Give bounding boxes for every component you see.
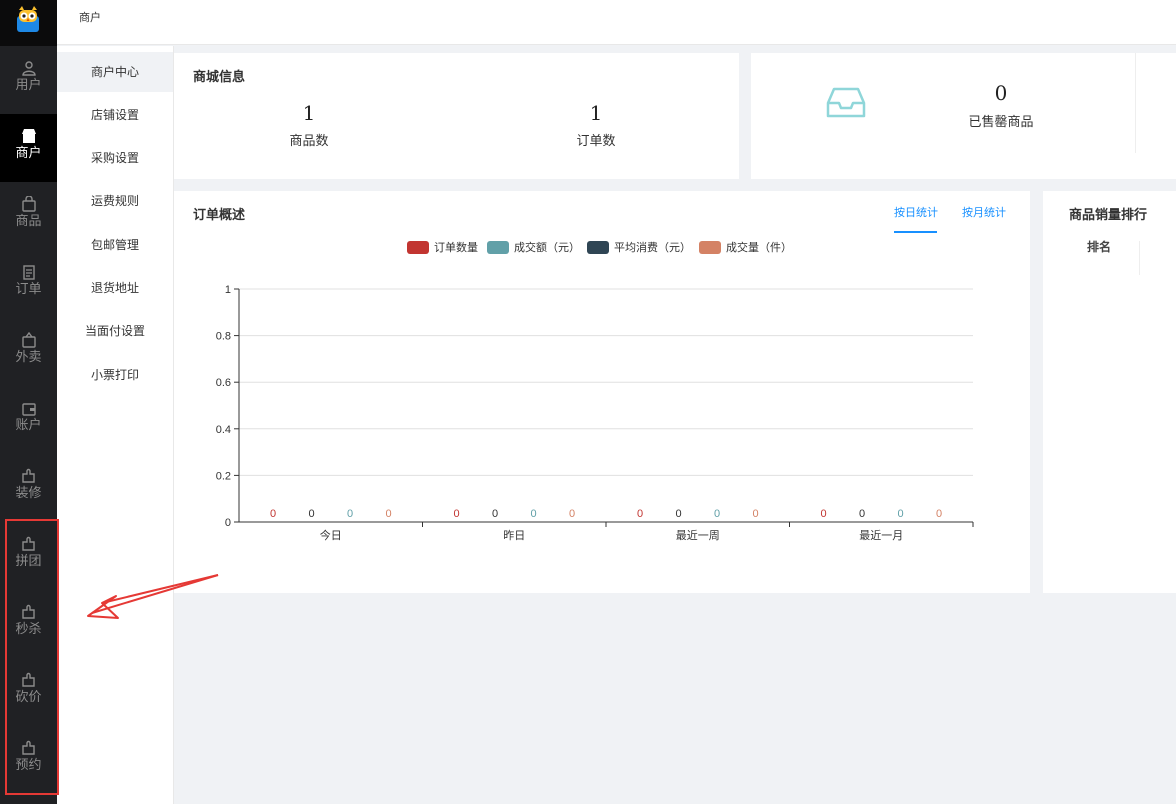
sold-out-label: 已售罄商品 <box>968 115 1034 130</box>
sold-out-card: 0 已售罄商品 <box>751 53 1176 179</box>
column-divider <box>1139 241 1140 275</box>
y-tick-label: 0 <box>225 517 231 529</box>
nav-item-label: 外卖 <box>15 350 42 365</box>
puzzle-icon <box>0 468 57 484</box>
sub-menu: 商户中心 店铺设置 采购设置 运费规则 包邮管理 退货地址 当面付设置 小票打印 <box>57 46 174 804</box>
y-tick-label: 0.6 <box>216 377 231 389</box>
nav-item-5[interactable]: 账户 <box>0 386 57 454</box>
data-label: 0 <box>385 508 391 520</box>
nav-item-2[interactable]: 商品 <box>0 182 57 250</box>
sales-ranking-card: 商品销量排行 排名 <box>1043 191 1176 593</box>
mall-info-card: 商城信息 1 商品数 1 订单数 <box>174 53 739 179</box>
data-label: 0 <box>453 508 459 520</box>
data-label: 0 <box>752 508 758 520</box>
x-tick-label: 最近一周 <box>676 529 720 542</box>
clipboard-icon <box>0 264 57 280</box>
data-label: 0 <box>637 508 643 520</box>
x-tick-label: 昨日 <box>503 529 525 542</box>
card-divider <box>1135 53 1136 153</box>
nav-item-3[interactable]: 订单 <box>0 250 57 318</box>
data-label: 0 <box>530 508 536 520</box>
x-tick-label: 最近一月 <box>859 529 903 542</box>
sold-out-value: 0 <box>994 81 1008 105</box>
data-label: 0 <box>936 508 942 520</box>
submenu-item-store-settings[interactable]: 店铺设置 <box>57 95 173 135</box>
nav-item-6[interactable]: 装修 <box>0 454 57 522</box>
data-label: 0 <box>347 508 353 520</box>
submenu-item-shipping-rules[interactable]: 运费规则 <box>57 181 173 221</box>
submenu-item-purchase-settings[interactable]: 采购设置 <box>57 138 173 178</box>
nav-item-label: 商品 <box>15 214 42 229</box>
nav-item-1[interactable]: 商户 <box>0 114 57 182</box>
products-count: 1 <box>302 101 316 125</box>
submenu-item-face-pay[interactable]: 当面付设置 <box>57 311 173 351</box>
owl-logo-icon <box>17 6 39 32</box>
y-tick-label: 0.4 <box>216 424 231 436</box>
nav-item-label: 订单 <box>15 282 42 297</box>
products-label: 商品数 <box>289 134 329 149</box>
app-logo[interactable] <box>0 0 57 46</box>
nav-item-label: 用户 <box>15 78 42 93</box>
annotation-arrow-icon <box>87 574 219 619</box>
x-tick-label: 今日 <box>320 528 342 542</box>
orders-label: 订单数 <box>576 134 616 149</box>
orders-count: 1 <box>589 101 603 125</box>
data-label: 0 <box>492 508 498 520</box>
legend-item-avg-spend[interactable]: 平均消费（元） <box>587 239 691 254</box>
submenu-item-free-shipping[interactable]: 包邮管理 <box>57 225 173 265</box>
submenu-item-return-address[interactable]: 退货地址 <box>57 268 173 308</box>
user-icon <box>0 60 57 76</box>
annotation-highlight-box <box>5 519 59 795</box>
shop-icon <box>0 128 57 144</box>
data-label: 0 <box>308 508 314 520</box>
data-label: 0 <box>270 508 276 520</box>
legend-item-orders[interactable]: 订单数量 <box>407 239 478 254</box>
submenu-item-merchant-center[interactable]: 商户中心 <box>57 52 173 92</box>
data-label: 0 <box>859 508 865 520</box>
order-overview-title: 订单概述 <box>193 208 246 223</box>
nav-item-0[interactable]: 用户 <box>0 46 57 114</box>
order-chart: 0 0.2 0.4 0.6 0.8 1 今日 0 0 0 0 昨日 0 0 0 0 最近一周 0 0 0 0 最近一月 0 0… <box>216 284 974 542</box>
nav-item-4[interactable]: 外卖 <box>0 318 57 386</box>
legend-item-turnover[interactable]: 成交额（元） <box>487 239 580 254</box>
mall-info-title: 商城信息 <box>193 70 246 85</box>
y-tick-label: 1 <box>225 284 231 296</box>
data-label: 0 <box>569 508 575 520</box>
data-label: 0 <box>714 508 720 520</box>
nav-item-label: 商户 <box>15 146 42 161</box>
column-rank: 排名 <box>1087 240 1112 254</box>
legend-item-volume[interactable]: 成交量（件） <box>699 239 792 254</box>
tab-daily-stats[interactable]: 按日统计 <box>894 204 938 220</box>
nav-item-label: 装修 <box>15 486 42 501</box>
data-label: 0 <box>820 508 826 520</box>
inbox-icon <box>826 87 866 118</box>
breadcrumb: 商户 <box>79 11 101 24</box>
submenu-item-receipt-print[interactable]: 小票打印 <box>57 355 173 395</box>
sales-ranking-title: 商品销量排行 <box>1069 208 1148 223</box>
tab-monthly-stats[interactable]: 按月统计 <box>962 204 1006 220</box>
box-icon <box>0 332 57 348</box>
wallet-icon <box>0 400 57 416</box>
data-label: 0 <box>675 508 681 520</box>
data-label: 0 <box>897 508 903 520</box>
top-bar: 商户 <box>57 0 1176 45</box>
bag-icon <box>0 196 57 212</box>
y-tick-label: 0.2 <box>216 470 231 482</box>
active-tab-underline <box>894 231 937 233</box>
y-tick-label: 0.8 <box>216 331 231 343</box>
nav-item-label: 账户 <box>15 418 42 433</box>
